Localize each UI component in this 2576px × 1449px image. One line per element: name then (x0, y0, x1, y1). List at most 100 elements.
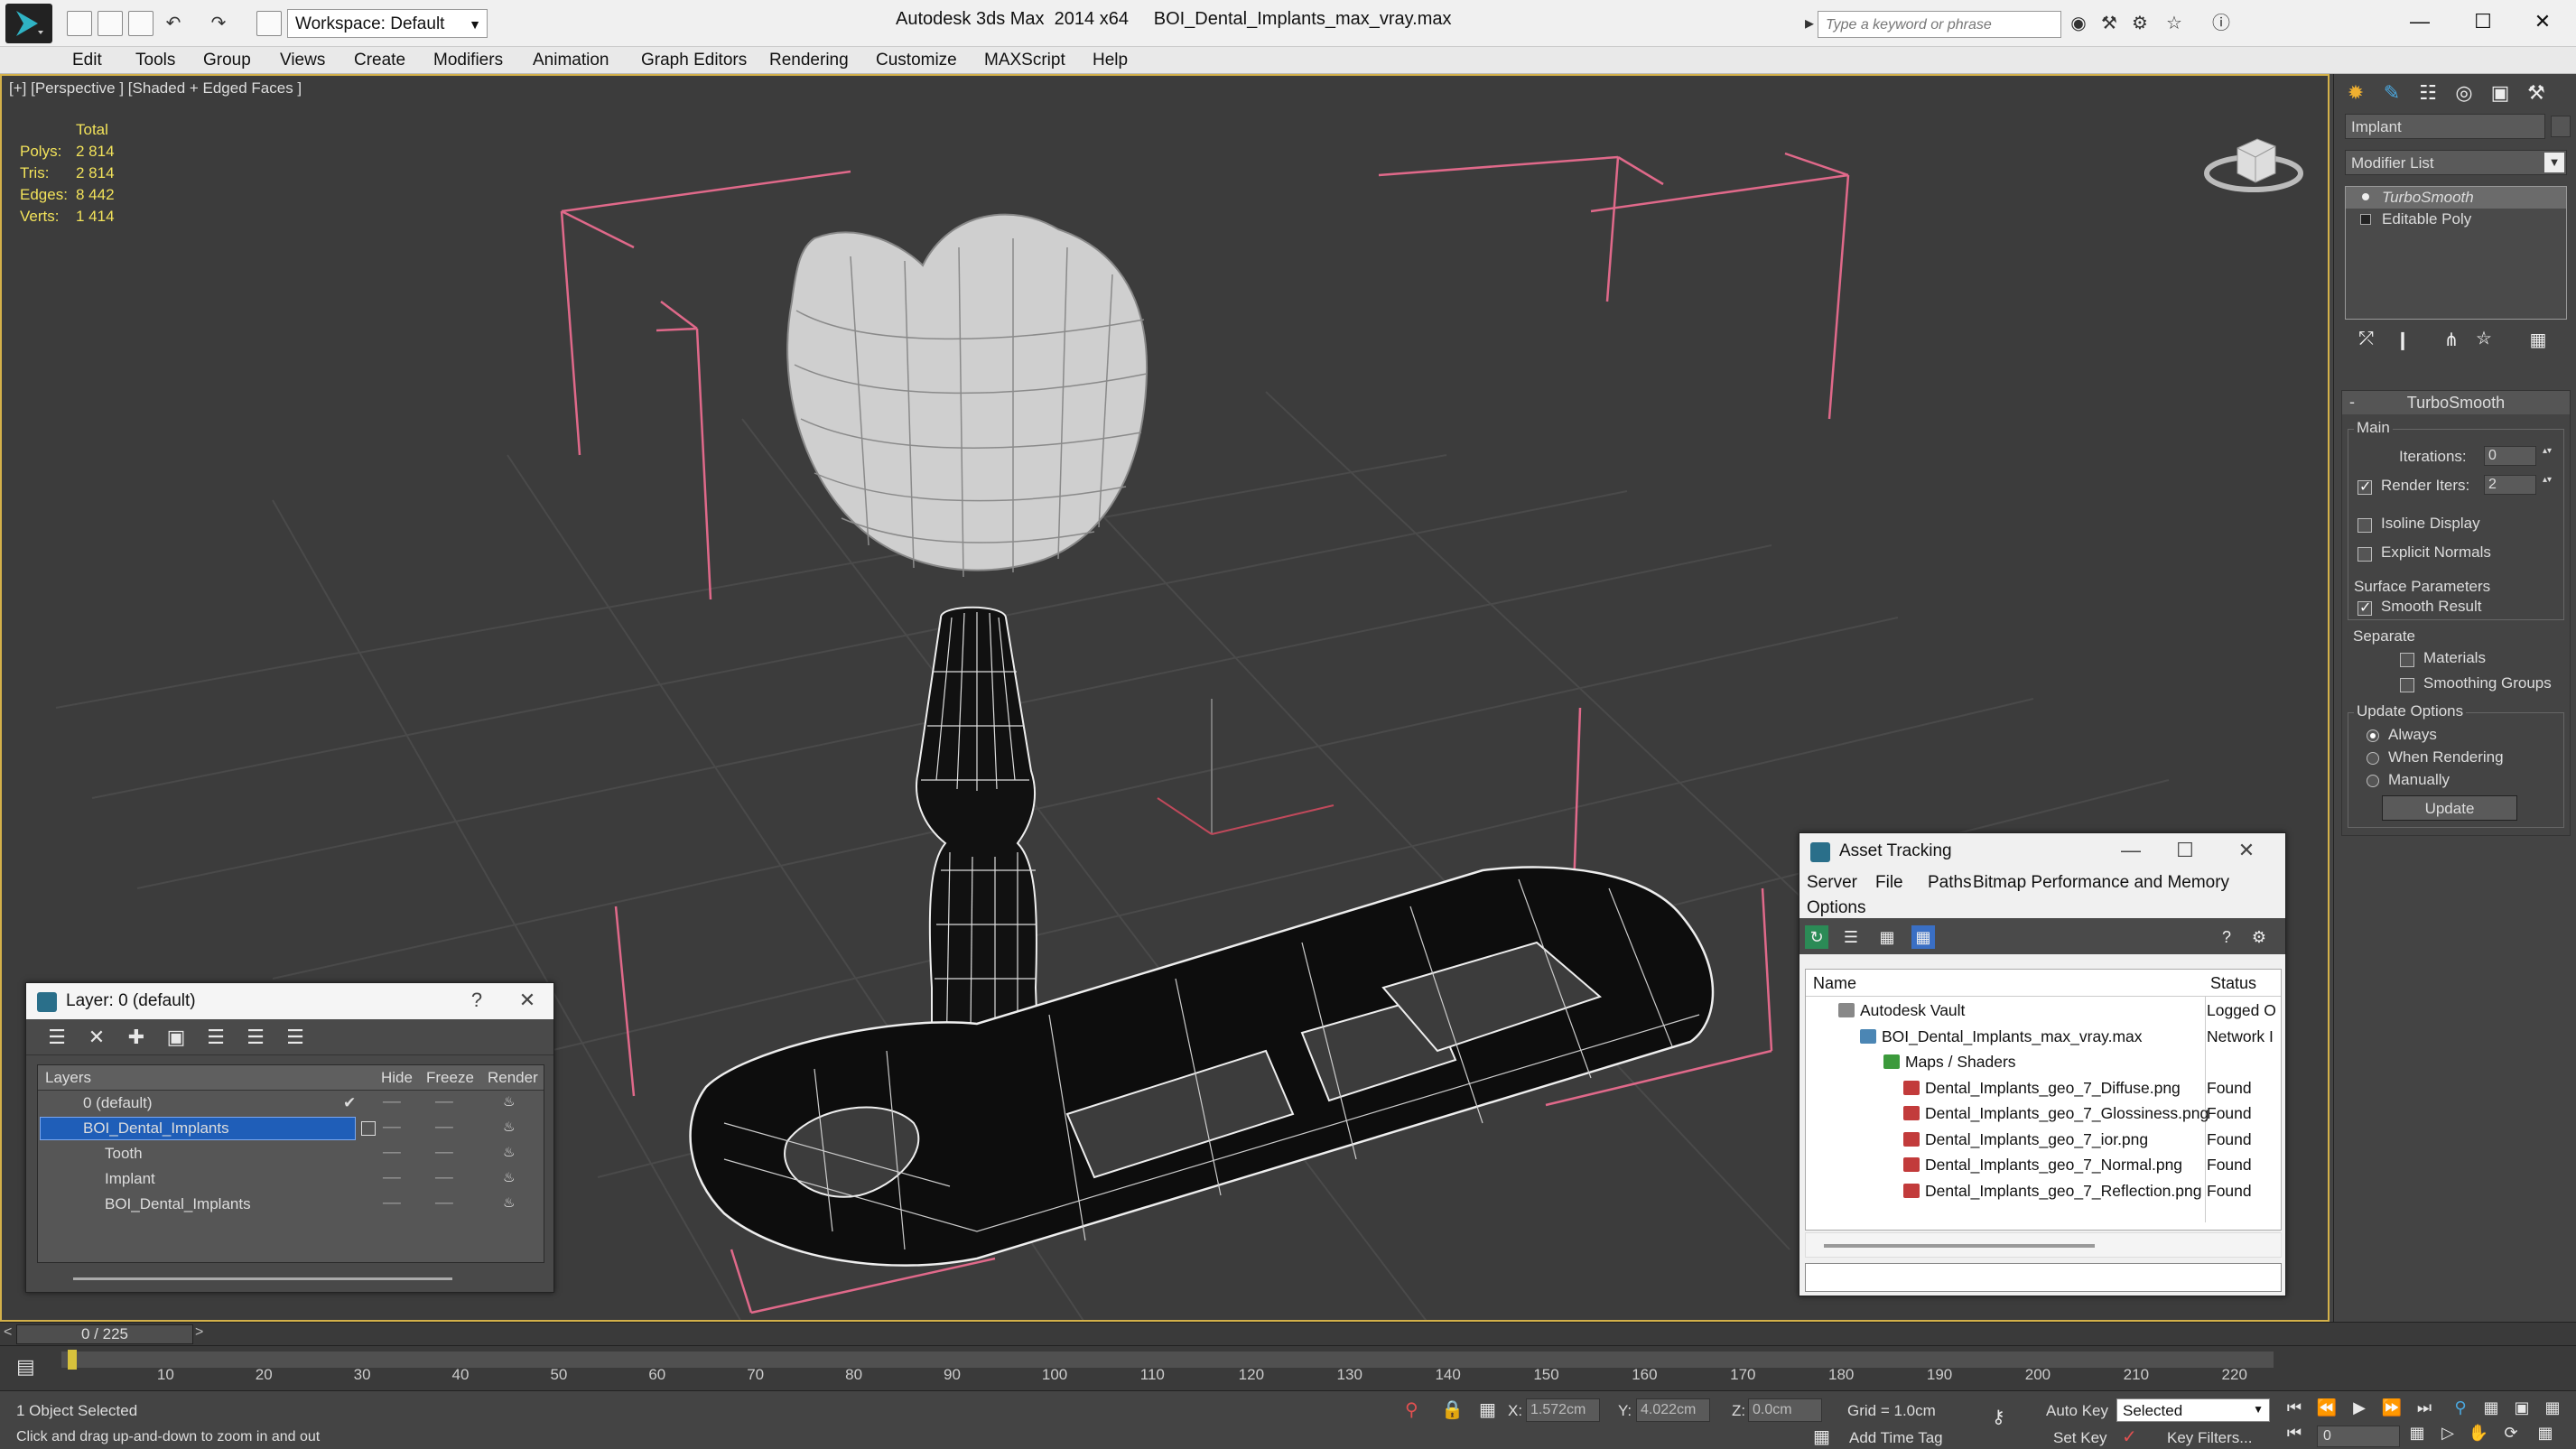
close-icon[interactable]: ✕ (2233, 839, 2260, 862)
zoom-all-icon[interactable]: ▦ (2478, 1398, 2505, 1422)
render-iters-checkbox[interactable] (2357, 478, 2372, 496)
col-status[interactable]: Status (2210, 974, 2256, 993)
freeze-toggle[interactable]: ── (435, 1094, 453, 1109)
time-slider-thumb[interactable]: 0 / 225 (16, 1324, 193, 1344)
col-render[interactable]: Render (488, 1069, 538, 1087)
help-icon[interactable]: ? (2215, 925, 2238, 949)
pin-stack-icon[interactable]: ⤱ (2354, 329, 2379, 354)
asset-row[interactable]: BOI_Dental_Implants_max_vray.max Network… (1806, 1023, 2281, 1049)
asset-row[interactable]: Dental_Implants_geo_7_Reflection.png Fou… (1806, 1177, 2281, 1203)
communication-icon[interactable]: ⚙ (2129, 13, 2151, 34)
configure-sets-icon[interactable]: ▦ (2525, 329, 2551, 354)
highlight-layer-icon[interactable]: ☰ (203, 1025, 228, 1050)
menu-bitmap-performance[interactable]: Bitmap Performance and Memory (1973, 873, 2229, 893)
delete-layer-icon[interactable]: ✕ (84, 1025, 109, 1050)
add-time-tag-button[interactable]: Add Time Tag (1849, 1429, 1943, 1447)
key-mode-toggle-icon[interactable]: ⏮ (2281, 1424, 2308, 1447)
asset-row[interactable]: Autodesk Vault Logged O (1806, 997, 2281, 1023)
y-coordinate-field[interactable]: 4.022cm (1636, 1398, 1710, 1422)
layer-row[interactable]: BOI_Dental_Implants ── ── ♨ (38, 1192, 544, 1217)
play-icon[interactable]: ▶ (2346, 1398, 2373, 1422)
asset-row[interactable]: Dental_Implants_geo_7_Glossiness.png Fou… (1806, 1100, 2281, 1126)
asset-row[interactable]: Dental_Implants_geo_7_Normal.png Found (1806, 1151, 2281, 1177)
menu-customize[interactable]: Customize (876, 51, 957, 70)
undo-icon[interactable]: ↶ (163, 13, 184, 34)
favorites-star-icon[interactable]: ☆ (2163, 13, 2185, 34)
collapse-icon[interactable]: - (2349, 393, 2355, 412)
zoom-extents-icon[interactable]: ▣ (2508, 1398, 2535, 1422)
settings-icon[interactable]: ⚙ (2247, 925, 2271, 949)
help-icon[interactable]: ⓘ (2210, 13, 2232, 34)
refresh-icon[interactable]: ↻ (1805, 925, 1828, 949)
display-tab-icon[interactable]: ▣ (2486, 79, 2515, 107)
viewcube-icon[interactable] (2201, 121, 2310, 202)
time-slider[interactable]: < 0 / 225 > (0, 1322, 2576, 1345)
always-radio[interactable] (2367, 729, 2379, 742)
layer-manager-dialog[interactable]: Layer: 0 (default) ? ✕ ☰ ✕ ✚ ▣ ☰ ☰ ☰ Lay… (25, 982, 554, 1293)
set-keys-icon[interactable]: ✓ (2122, 1426, 2137, 1448)
orbit-icon[interactable]: ⟳ (2497, 1424, 2525, 1447)
show-end-result-icon[interactable]: ❙ (2390, 329, 2415, 354)
menu-help[interactable]: Help (1093, 51, 1128, 70)
go-to-start-icon[interactable]: ⏮ (2281, 1398, 2308, 1422)
hide-toggle[interactable]: ── (383, 1145, 401, 1159)
modifier-list-dropdown[interactable]: Modifier List ▼ (2345, 150, 2567, 175)
explicit-normals-checkbox[interactable] (2357, 547, 2372, 562)
maximize-button[interactable]: ☐ (2465, 5, 2501, 38)
col-name[interactable]: Name (1813, 974, 1856, 993)
modify-tab-icon[interactable]: ✎ (2377, 79, 2406, 107)
rollout-title[interactable]: - TurboSmooth (2342, 391, 2570, 414)
layer-row[interactable]: Tooth ── ── ♨ (38, 1141, 544, 1166)
isoline-display-checkbox[interactable] (2357, 518, 2372, 533)
teapot-icon[interactable]: ♨ (503, 1144, 515, 1160)
hide-all-layers-icon[interactable]: ☰ (243, 1025, 268, 1050)
table-view-icon[interactable]: ▦ (1911, 925, 1935, 949)
current-frame-marker[interactable] (68, 1350, 77, 1370)
list-view-icon[interactable]: ☰ (1839, 925, 1863, 949)
teapot-icon[interactable]: ♨ (503, 1169, 515, 1185)
col-hide[interactable]: Hide (381, 1069, 413, 1087)
stack-item-turbosmooth[interactable]: TurboSmooth (2346, 187, 2566, 209)
create-layer-icon[interactable]: ☰ (44, 1025, 70, 1050)
update-button[interactable]: Update (2382, 795, 2517, 821)
freeze-toggle[interactable]: ── (435, 1170, 453, 1184)
time-config-icon[interactable]: ▦ (2404, 1424, 2431, 1447)
layer-row-selected[interactable]: BOI_Dental_Implants ── ── ♨ (38, 1116, 544, 1141)
object-name-field[interactable]: Implant (2345, 114, 2545, 139)
new-file-icon[interactable] (67, 11, 92, 36)
previous-frame-arrow[interactable]: < (4, 1324, 12, 1341)
current-layer-check-icon[interactable]: ✔ (343, 1094, 356, 1112)
set-key-button[interactable]: Set Key (2053, 1429, 2107, 1447)
help-icon[interactable]: ? (463, 989, 490, 1012)
hide-toggle[interactable]: ── (383, 1094, 401, 1109)
next-frame-icon[interactable]: ⏩ (2378, 1398, 2405, 1422)
teapot-icon[interactable]: ♨ (503, 1194, 515, 1211)
workspace-dropdown[interactable]: Workspace: Default ▼ (287, 9, 488, 38)
make-unique-icon[interactable]: ⋔ (2439, 329, 2464, 354)
save-file-icon[interactable] (128, 11, 153, 36)
minimize-button[interactable]: — (2402, 5, 2438, 38)
layer-row[interactable]: Implant ── ── ♨ (38, 1166, 544, 1192)
pan-hand-icon[interactable]: ✋ (2465, 1424, 2492, 1447)
menu-edit[interactable]: Edit (72, 51, 102, 70)
field-of-view-icon[interactable]: ▷ (2434, 1424, 2461, 1447)
binoculars-icon[interactable]: ◉ (2068, 13, 2089, 34)
previous-frame-icon[interactable]: ⏪ (2313, 1398, 2340, 1422)
key-icon[interactable]: ⚷ (1992, 1406, 2005, 1428)
asset-row[interactable]: Dental_Implants_geo_7_Diffuse.png Found (1806, 1074, 2281, 1101)
expand-box-icon[interactable] (2360, 214, 2371, 225)
menu-file[interactable]: File (1875, 873, 1903, 893)
menu-options[interactable]: Options (1807, 898, 1865, 918)
render-iters-spinner[interactable]: 2 (2484, 475, 2550, 495)
when-rendering-radio[interactable] (2367, 752, 2379, 765)
maximize-icon[interactable]: ☐ (2171, 839, 2199, 862)
app-menu-button[interactable] (5, 4, 52, 43)
go-to-end-icon[interactable]: ⏭ (2411, 1398, 2438, 1422)
redo-icon[interactable]: ↷ (208, 13, 229, 34)
close-icon[interactable]: ✕ (514, 989, 541, 1012)
add-to-layer-icon[interactable]: ✚ (124, 1025, 149, 1050)
current-frame-field[interactable]: 0 (2317, 1426, 2400, 1447)
key-mode-dropdown[interactable]: Selected ▼ (2116, 1398, 2270, 1422)
search-input[interactable]: Type a keyword or phrase (1818, 11, 2061, 38)
minimize-icon[interactable]: — (2117, 839, 2144, 862)
